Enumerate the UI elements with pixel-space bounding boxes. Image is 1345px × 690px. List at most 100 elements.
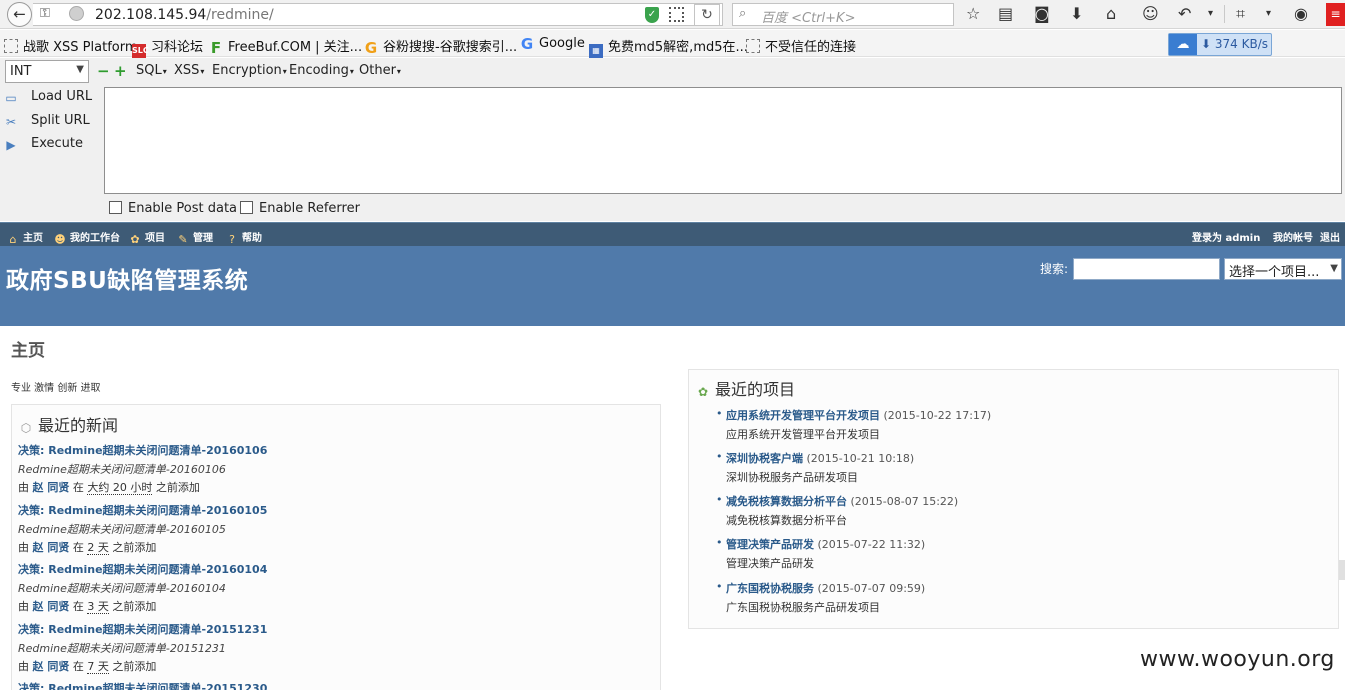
hackbar-menu-encoding[interactable]: Encoding▾ xyxy=(289,63,354,78)
reading-list-icon[interactable]: ▤ xyxy=(998,4,1013,24)
toolbar-separator xyxy=(1224,5,1225,23)
project-link[interactable]: 广东国税协税服务 xyxy=(726,582,814,595)
enable-post-checkbox[interactable]: Enable Post data xyxy=(109,201,237,216)
my-account-link[interactable]: 我的帐号 xyxy=(1273,229,1313,244)
list-item: • 应用系统开发管理平台开发项目 (2015-10-22 17:17) 应用系统开… xyxy=(716,407,1326,442)
crop-dropdown-icon[interactable]: ▾ xyxy=(1266,4,1271,24)
hackbar-url-textarea[interactable] xyxy=(104,87,1342,194)
top-menu-projects[interactable]: ✿ 项目 xyxy=(129,229,165,246)
dashed-square-icon xyxy=(746,39,760,53)
project-description: 管理决策产品研发 xyxy=(726,557,814,570)
logout-link[interactable]: 退出 xyxy=(1320,229,1340,244)
news-title-link[interactable]: 决策: Redmine超期未关闭问题清单-20151231 xyxy=(18,621,638,637)
user-link[interactable]: admin xyxy=(1225,233,1260,244)
list-item: 决策: Redmine超期未关闭问题清单-20160106 Redmine超期未… xyxy=(18,442,638,495)
author-link[interactable]: 赵 同贤 xyxy=(33,660,70,673)
comment-icon[interactable]: ◉ xyxy=(1294,4,1308,24)
speed-badge[interactable]: ☁ ⬇ 374 KB/s xyxy=(1168,33,1272,56)
project-jump-select[interactable]: 选择一个项目... ▼ xyxy=(1224,258,1342,280)
projects-panel: ✿ 最近的项目 • 应用系统开发管理平台开发项目 (2015-10-22 17:17… xyxy=(688,369,1339,629)
list-item: 决策: Redmine超期未关闭问题清单-20151230 xyxy=(18,680,638,690)
project-link[interactable]: 应用系统开发管理平台开发项目 xyxy=(726,409,880,422)
project-link[interactable]: 减免税核算数据分析平台 xyxy=(726,495,847,508)
bookmark-untrusted[interactable]: 不受信任的连接 xyxy=(746,36,856,55)
list-item: • 深圳协税客户端 (2015-10-21 10:18) 深圳协税服务产品研发项目 xyxy=(716,450,1326,485)
bookmark-google[interactable]: G Google xyxy=(520,35,585,53)
crop-icon[interactable]: ⌗ xyxy=(1236,4,1245,24)
url-field[interactable]: ⚿ 202.108.145.94/redmine/ ✓ xyxy=(33,3,723,26)
bookmark-md5[interactable]: ▦ 免费md5解密,md5在... xyxy=(589,36,748,58)
cloud-icon: ☁ xyxy=(1169,34,1197,55)
news-title-link[interactable]: 决策: Redmine超期未关闭问题清单-20160106 xyxy=(18,442,638,458)
star-icon[interactable]: ☆ xyxy=(966,4,980,24)
google-icon: G xyxy=(520,35,534,53)
hackbar-menu-sql[interactable]: SQL▾ xyxy=(136,63,167,78)
enable-referrer-checkbox[interactable]: Enable Referrer xyxy=(240,201,360,216)
split-url-button[interactable]: ✂ Split URL xyxy=(3,113,90,129)
news-title-link[interactable]: 决策: Redmine超期未关闭问题清单-20160104 xyxy=(18,561,638,577)
checkbox-icon xyxy=(240,201,253,214)
pocket-icon[interactable]: ◙ xyxy=(1034,4,1050,24)
download-icon[interactable]: ⬇ xyxy=(1070,4,1083,24)
hackbar-type-select[interactable]: INT ▼ xyxy=(5,60,89,83)
author-link[interactable]: 赵 同贤 xyxy=(33,600,70,613)
top-menu-help[interactable]: ? 帮助 xyxy=(226,229,262,246)
list-item: • 管理决策产品研发 (2015-07-22 11:32) 管理决策产品研发 xyxy=(716,536,1326,571)
news-time: 2 天 xyxy=(87,541,109,555)
project-link[interactable]: 管理决策产品研发 xyxy=(726,538,814,551)
scissors-icon: ✂ xyxy=(5,115,17,129)
hackbar-menu-encryption[interactable]: Encryption▾ xyxy=(212,63,287,78)
hackbar-menu-other[interactable]: Other▾ xyxy=(359,63,401,78)
chat-icon[interactable]: ☺ xyxy=(1142,4,1159,24)
bookmark-freebuf[interactable]: F FreeBuf.COM | 关注... xyxy=(209,36,362,56)
url-text[interactable]: 202.108.145.94/redmine/ xyxy=(95,7,274,23)
author-link[interactable]: 赵 同贤 xyxy=(33,481,70,494)
user-icon: ☻ xyxy=(54,233,66,246)
undo-dropdown-icon[interactable]: ▾ xyxy=(1208,4,1213,24)
project-description: 深圳协税服务产品研发项目 xyxy=(726,471,858,484)
list-item: 决策: Redmine超期未关闭问题清单-20160105 Redmine超期未… xyxy=(18,502,638,555)
redmine-content: 主页 专业 激情 创新 进取 ⬡ 最近的新闻 决策: Redmine超期未关闭问题… xyxy=(0,326,1345,690)
hackbar-menu-xss[interactable]: XSS▾ xyxy=(174,63,204,78)
increase-icon[interactable]: + xyxy=(114,62,127,80)
bookmark-gufen[interactable]: G 谷粉搜搜-谷歌搜索引... xyxy=(364,36,517,56)
bookmark-xike[interactable]: SLC 习科论坛 xyxy=(132,36,203,58)
news-title-link[interactable]: 决策: Redmine超期未关闭问题清单-20160105 xyxy=(18,502,638,518)
reload-button[interactable]: ↻ xyxy=(694,4,720,26)
news-title-link[interactable]: 决策: Redmine超期未关闭问题清单-20151230 xyxy=(18,680,638,690)
project-description: 广东国税协税服务产品研发项目 xyxy=(726,601,880,614)
load-url-icon: ▭ xyxy=(5,91,17,105)
chevron-down-icon: ▼ xyxy=(76,64,84,75)
search-label: 搜索: xyxy=(1040,262,1069,276)
shield-icon[interactable]: ✓ xyxy=(645,7,659,23)
back-button[interactable]: ← xyxy=(7,2,32,27)
wrench-icon: ✎ xyxy=(178,233,188,246)
top-menu-home[interactable]: ⌂ 主页 xyxy=(7,229,44,246)
decrease-icon[interactable]: − xyxy=(97,62,110,80)
author-link[interactable]: 赵 同贤 xyxy=(33,541,70,554)
tag-icon: ⬡ xyxy=(20,421,32,435)
scrollbar[interactable] xyxy=(1339,560,1345,580)
news-heading: ⬡ 最近的新闻 xyxy=(20,416,119,435)
project-link[interactable]: 深圳协税客户端 xyxy=(726,452,803,465)
news-summary: Redmine超期未关闭问题清单-20160106 xyxy=(18,463,226,476)
qr-code-icon[interactable] xyxy=(669,7,684,22)
redmine-search-input[interactable] xyxy=(1073,258,1220,280)
menu-icon[interactable]: ≡ xyxy=(1326,3,1345,26)
news-time: 3 天 xyxy=(87,600,109,614)
top-menu-my-page[interactable]: ☻ 我的工作台 xyxy=(54,229,120,246)
execute-button[interactable]: ▶ Execute xyxy=(3,136,83,152)
search-field[interactable]: ⌕ 百度 <Ctrl+K> xyxy=(732,3,954,26)
key-icon[interactable]: ⚿ xyxy=(40,6,50,21)
home-icon[interactable]: ⌂ xyxy=(1106,4,1116,24)
site-title: 政府SBU缺陷管理系统 xyxy=(6,268,249,294)
top-menu-admin[interactable]: ✎ 管理 xyxy=(177,229,213,246)
news-time: 7 天 xyxy=(87,660,109,674)
load-url-button[interactable]: ▭ Load URL xyxy=(3,89,92,105)
globe-icon[interactable] xyxy=(69,6,84,21)
news-panel: ⬡ 最近的新闻 决策: Redmine超期未关闭问题清单-20160106 Red… xyxy=(11,404,661,690)
undo-icon[interactable]: ↶ xyxy=(1178,4,1191,24)
bookmark-xss-platform[interactable]: 战歌 XSS Platform xyxy=(4,36,138,55)
browser-toolbar: ← ⚿ 202.108.145.94/redmine/ ✓ ↻ ⌕ 百度 <Ct… xyxy=(0,0,1345,29)
logged-in-as: 登录为 admin xyxy=(1192,233,1261,244)
